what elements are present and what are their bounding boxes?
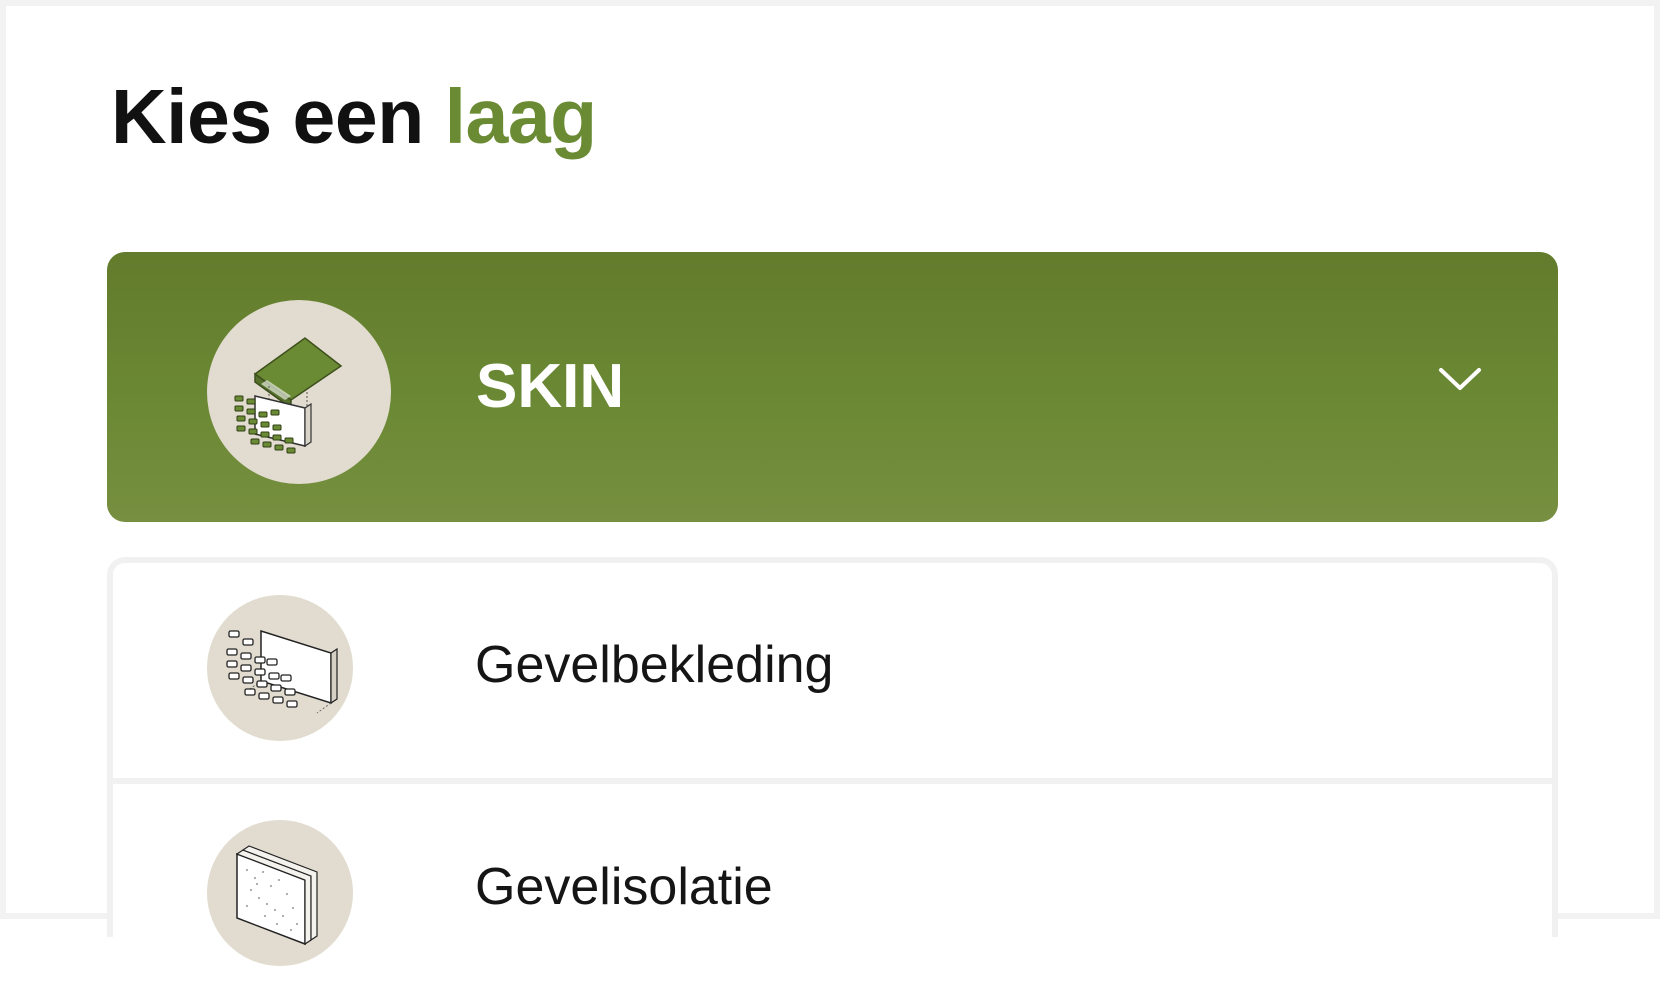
brick-facade-icon <box>207 595 353 741</box>
page-title: Kies een laag <box>111 72 597 162</box>
list-item-label: Gevelisolatie <box>475 858 773 916</box>
layer-list: Gevelbekleding Gevelisolatie <box>107 557 1558 966</box>
layer-card-skin[interactable]: SKIN <box>107 252 1558 522</box>
list-item-label: Gevelbekleding <box>475 636 834 694</box>
roof-and-wall-icon <box>207 300 391 484</box>
list-item-gevelbekleding[interactable]: Gevelbekleding <box>113 563 1552 784</box>
layer-label-skin: SKIN <box>476 352 625 421</box>
chevron-down-icon[interactable] <box>1437 364 1483 394</box>
title-text: Kies een <box>111 74 424 160</box>
list-item-gevelisolatie[interactable]: Gevelisolatie <box>113 784 1552 999</box>
insulation-panel-icon <box>207 820 353 966</box>
title-accent-text: laag <box>444 74 598 160</box>
